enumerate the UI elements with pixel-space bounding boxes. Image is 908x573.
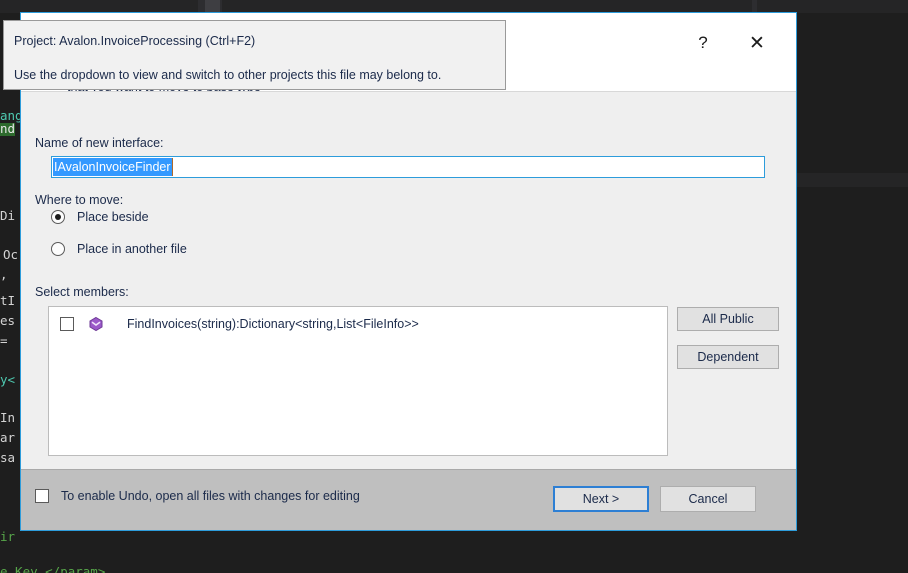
code-fragment: sa bbox=[0, 450, 16, 465]
code-fragment: , bbox=[0, 267, 8, 282]
tooltip-line-project: Project: Avalon.InvoiceProcessing (Ctrl+… bbox=[14, 34, 256, 48]
member-list-item[interactable]: FindInvoices(string):Dictionary<string,L… bbox=[49, 311, 667, 337]
member-checkbox[interactable] bbox=[60, 317, 74, 331]
next-button[interactable]: Next > bbox=[553, 486, 649, 512]
members-list[interactable]: FindInvoices(string):Dictionary<string,L… bbox=[48, 306, 668, 456]
screen-root: ang nd Di Oc, tI es = y< In ar sa ir e Key.</param> … bbox=[0, 0, 908, 573]
enable-undo-checkbox-row[interactable]: To enable Undo, open all files with chan… bbox=[35, 489, 360, 503]
all-public-button[interactable]: All Public bbox=[677, 307, 779, 331]
code-fragment: Oc bbox=[3, 247, 19, 262]
project-tooltip: Project: Avalon.InvoiceProcessing (Ctrl+… bbox=[3, 20, 506, 90]
radio-place-in-another-file-label: Place in another file bbox=[77, 242, 187, 256]
name-of-new-interface-label: Name of new interface: bbox=[35, 136, 164, 150]
code-fragment: ir bbox=[0, 529, 16, 544]
code-fragment: y< bbox=[0, 372, 16, 387]
help-button[interactable]: ? bbox=[682, 25, 724, 61]
radio-place-in-another-file[interactable]: Place in another file bbox=[51, 242, 187, 256]
radio-place-in-another-file-indicator[interactable] bbox=[51, 242, 65, 256]
dialog-body: Name of new interface: IAvalonInvoiceFin… bbox=[21, 91, 796, 470]
code-fragment: In bbox=[0, 410, 16, 425]
dependent-button[interactable]: Dependent bbox=[677, 345, 779, 369]
code-fragment: nd bbox=[0, 121, 16, 136]
tooltip-line-description: Use the dropdown to view and switch to o… bbox=[14, 68, 442, 82]
enable-undo-checkbox[interactable] bbox=[35, 489, 49, 503]
enable-undo-label: To enable Undo, open all files with chan… bbox=[61, 489, 360, 503]
cancel-button[interactable]: Cancel bbox=[660, 486, 756, 512]
method-icon bbox=[89, 316, 103, 332]
code-fragment: Di bbox=[0, 208, 16, 223]
radio-place-beside-indicator[interactable] bbox=[51, 210, 65, 224]
code-fragment: = bbox=[0, 333, 8, 348]
code-fragment: ar bbox=[0, 430, 16, 445]
code-fragment: e Key.</param> bbox=[0, 564, 106, 573]
close-button[interactable]: ✕ bbox=[736, 25, 778, 61]
member-signature: FindInvoices(string):Dictionary<string,L… bbox=[127, 317, 419, 331]
select-members-label: Select members: bbox=[35, 285, 129, 299]
dialog-footer: To enable Undo, open all files with chan… bbox=[21, 469, 796, 530]
radio-place-beside[interactable]: Place beside bbox=[51, 210, 149, 224]
code-fragment: tI bbox=[0, 293, 16, 308]
interface-name-input[interactable] bbox=[51, 156, 765, 178]
where-to-move-label: Where to move: bbox=[35, 193, 124, 207]
radio-place-beside-label: Place beside bbox=[77, 210, 149, 224]
code-fragment: es bbox=[0, 313, 16, 328]
